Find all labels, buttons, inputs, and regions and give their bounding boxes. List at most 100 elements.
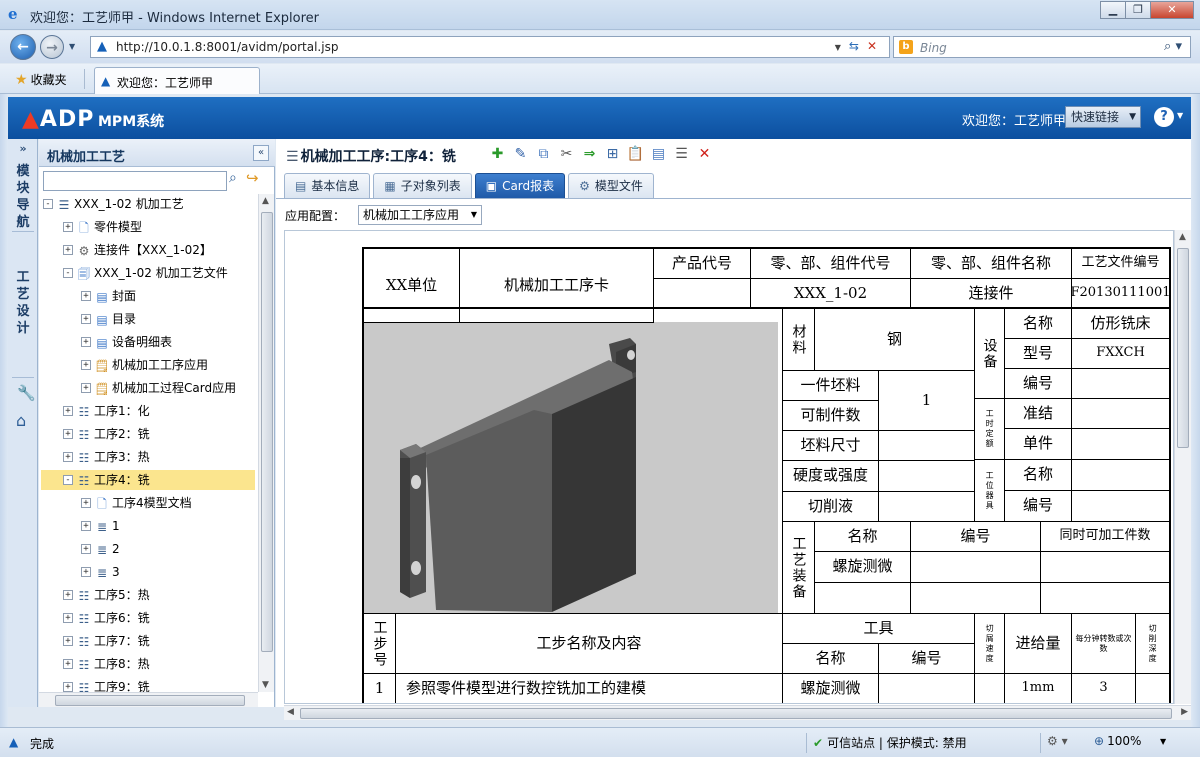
expand-toggle-icon[interactable]: + [63, 658, 73, 669]
move-arrow-icon[interactable]: ⇒ [578, 145, 601, 163]
collapse-panel-button[interactable]: « [253, 145, 269, 161]
search-icon[interactable]: ⌕ [229, 170, 237, 186]
report-vertical-scrollbar[interactable]: ▲ [1174, 230, 1191, 704]
expand-toggle-icon[interactable]: + [63, 451, 73, 462]
expand-toggle-icon[interactable]: + [63, 635, 73, 646]
tree-node[interactable]: + ≣ 1 [81, 516, 120, 536]
tree-horizontal-scrollbar[interactable] [39, 692, 258, 707]
tree-node[interactable]: + ☷ 工序9：铣 [63, 677, 150, 692]
refresh-icon[interactable]: ⇆ [849, 39, 867, 53]
scroll-thumb[interactable] [300, 708, 1172, 719]
paste-icon[interactable]: 📋 [624, 145, 647, 163]
edit-icon[interactable]: ✎ [509, 145, 532, 163]
popup-blocker-icon[interactable]: ⚙ ▾ [1047, 734, 1068, 748]
collapse-toggle-icon[interactable]: - [63, 267, 73, 278]
expand-toggle-icon[interactable]: + [81, 382, 91, 393]
home-icon[interactable]: ⌂ [16, 411, 26, 430]
tree-node[interactable]: - ☷ 工序4：铣 [41, 470, 255, 490]
expand-toggle-icon[interactable]: + [81, 497, 91, 508]
minimize-button[interactable]: ▁ [1100, 1, 1126, 19]
search-icon[interactable]: ⌕ ▾ [1164, 39, 1182, 54]
scroll-thumb[interactable] [1177, 248, 1189, 448]
scroll-up-icon[interactable]: ▲ [262, 196, 269, 206]
scroll-thumb[interactable] [55, 695, 245, 706]
tree-search-input[interactable] [43, 171, 227, 191]
expand-toggle-icon[interactable]: + [63, 428, 73, 439]
expand-toggle-icon[interactable]: + [81, 359, 91, 370]
tree-node[interactable]: - ☰ XXX_1-02 机加工艺 [43, 194, 184, 214]
expand-toggle-icon[interactable]: + [81, 313, 91, 324]
tree-node[interactable]: + ☷ 工序2：铣 [63, 424, 150, 444]
document-icon[interactable]: ▤ [647, 145, 670, 163]
config-select[interactable]: 机械加工工序应用 ▼ [358, 205, 482, 225]
compare-icon[interactable]: ⊞ [601, 145, 624, 163]
help-icon[interactable]: ? [1154, 107, 1174, 127]
expand-toggle-icon[interactable]: + [81, 336, 91, 347]
scroll-left-icon[interactable]: ◀ [287, 707, 294, 717]
restore-button[interactable]: ❐ [1125, 1, 1151, 19]
locate-arrow-icon[interactable]: ↪ [246, 169, 259, 187]
tree-node[interactable]: - 🗐 XXX_1-02 机加工艺文件 [63, 263, 228, 283]
search-box[interactable]: b Bing ⌕ ▾ [893, 36, 1191, 58]
tree-node[interactable]: + ⚙ 连接件【XXX_1-02】 [63, 240, 212, 260]
tree-node[interactable]: + ☷ 工序5：热 [63, 585, 150, 605]
zoom-chevron-icon[interactable]: ▼ [1160, 737, 1166, 746]
address-bar[interactable]: ▲ http://10.0.1.8:8001/avidm/portal.jsp … [90, 36, 890, 58]
tree-node[interactable]: + ☷ 工序7：铣 [63, 631, 150, 651]
copy-icon[interactable]: ⧉ [532, 145, 555, 163]
history-dropdown-icon[interactable]: ▼ [69, 42, 75, 51]
favorites-button[interactable]: ★ 收藏夹 [15, 71, 67, 88]
add-icon[interactable]: ✚ [486, 145, 509, 163]
tab-gear[interactable]: ⚙ 模型文件 [568, 173, 654, 198]
tree-node[interactable]: + ☷ 工序3：热 [63, 447, 150, 467]
tree-node[interactable]: + ≣ 2 [81, 539, 120, 559]
tree-node[interactable]: + ☷ 工序1：化 [63, 401, 150, 421]
scroll-right-icon[interactable]: ▶ [1181, 707, 1188, 717]
expand-toggle-icon[interactable]: + [63, 589, 73, 600]
tab-info[interactable]: ▤ 基本信息 [284, 173, 371, 198]
scroll-down-icon[interactable]: ▼ [262, 680, 269, 690]
delete-icon[interactable]: ✕ [693, 145, 716, 163]
tree-node[interactable]: + ▤ 目录 [81, 309, 136, 329]
cut-icon[interactable]: ✂ [555, 145, 578, 163]
stop-icon[interactable]: ✕ [867, 39, 885, 53]
tree-node[interactable]: + 🗒 机械加工过程Card应用 [81, 378, 236, 398]
expand-toggle-icon[interactable]: + [63, 405, 73, 416]
close-window-button[interactable]: ✕ [1150, 1, 1194, 19]
forward-button[interactable]: → [40, 35, 64, 59]
expand-toggle-icon[interactable]: + [81, 543, 91, 554]
expand-nav-icon[interactable]: » [8, 139, 38, 159]
back-button[interactable]: ← [10, 34, 36, 60]
tree-node[interactable]: + ≣ 3 [81, 562, 120, 582]
address-dropdown-icon[interactable]: ▼ [835, 43, 849, 52]
tree-node[interactable]: + 🗋 零件模型 [63, 217, 142, 237]
tree-node[interactable]: + 🗋 工序4模型文档 [81, 493, 192, 513]
collapse-toggle-icon[interactable]: - [43, 198, 53, 209]
quick-links-dropdown[interactable]: 快速链接 ▼ [1065, 106, 1141, 128]
collapse-toggle-icon[interactable]: - [63, 474, 73, 485]
tab-list[interactable]: ▦ 子对象列表 [373, 173, 472, 198]
report-horizontal-scrollbar[interactable]: ◀ ▶ [284, 705, 1191, 720]
help-chevron-icon[interactable]: ▼ [1177, 111, 1183, 120]
expand-toggle-icon[interactable]: + [63, 244, 73, 255]
tab-card[interactable]: ▣ Card报表 [474, 173, 566, 198]
expand-toggle-icon[interactable]: + [63, 221, 73, 232]
scroll-thumb[interactable] [261, 212, 273, 652]
expand-toggle-icon[interactable]: + [63, 681, 73, 692]
expand-toggle-icon[interactable]: + [81, 566, 91, 577]
tree-node[interactable]: + ☷ 工序6：铣 [63, 608, 150, 628]
expand-toggle-icon[interactable]: + [81, 290, 91, 301]
tree-vertical-scrollbar[interactable]: ▲ ▼ [258, 194, 274, 692]
address-url[interactable]: http://10.0.1.8:8001/avidm/portal.jsp [116, 40, 338, 54]
expand-toggle-icon[interactable]: + [81, 520, 91, 531]
browser-tab[interactable]: ▲ 欢迎您：工艺师甲 [94, 67, 260, 94]
scroll-up-icon[interactable]: ▲ [1179, 232, 1186, 242]
list-icon[interactable]: ☰ [670, 145, 693, 163]
tree-node[interactable]: + 🗒 机械加工工序应用 [81, 355, 208, 375]
tree-node[interactable]: + ▤ 设备明细表 [81, 332, 172, 352]
security-zone[interactable]: ✔ 可信站点 | 保护模式: 禁用 [813, 734, 967, 751]
tree-node[interactable]: + ▤ 封面 [81, 286, 136, 306]
expand-toggle-icon[interactable]: + [63, 612, 73, 623]
wrench-icon[interactable]: 🔧 [17, 384, 36, 402]
process-design-tab[interactable]: 工艺设计 [8, 269, 38, 337]
